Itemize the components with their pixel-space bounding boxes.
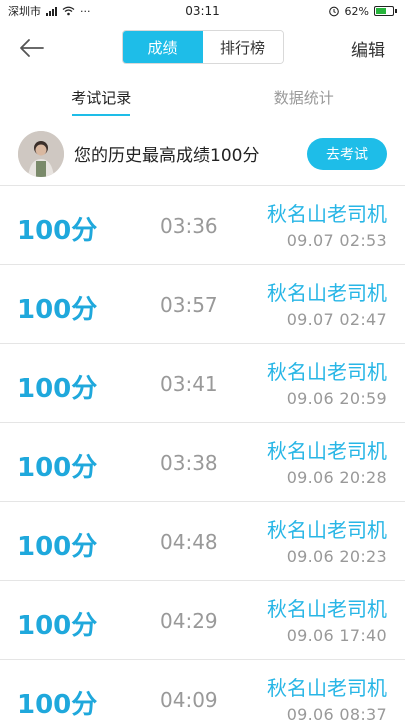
carrier-text: 深圳市 [8,5,41,18]
battery-percent: 62% [344,4,369,18]
record-name: 秋名山老司机 [267,597,387,621]
more-dots-icon: ··· [80,4,91,18]
record-datetime: 09.06 20:23 [286,547,387,566]
record-row[interactable]: 100分 04:09 秋名山老司机 09.06 08:37 [0,660,405,720]
record-name: 秋名山老司机 [267,281,387,305]
best-score-text: 您的历史最高成绩100分 [74,146,260,166]
record-duration: 03:57 [160,293,218,317]
record-datetime: 09.07 02:47 [286,310,387,329]
record-duration: 04:09 [160,688,218,712]
record-datetime: 09.06 20:28 [286,468,387,487]
record-name: 秋名山老司机 [267,676,387,700]
record-duration: 03:41 [160,372,218,396]
go-exam-button[interactable]: 去考试 [307,137,387,170]
record-name: 秋名山老司机 [267,518,387,542]
record-score: 100分 [17,690,98,720]
record-score: 100分 [17,611,98,641]
tab-statistics-label: 数据统计 [273,88,334,107]
best-score-row: 您的历史最高成绩100分 去考试 [0,122,405,186]
back-button[interactable] [18,34,50,62]
signal-icon [46,6,57,16]
nav-bar: 成绩 排行榜 编辑 [0,22,405,72]
sub-tabs: 考试记录 数据统计 [0,72,405,122]
record-score: 100分 [17,532,98,562]
record-row[interactable]: 100分 03:38 秋名山老司机 09.06 20:28 [0,423,405,502]
record-duration: 04:29 [160,609,218,633]
edit-button[interactable]: 编辑 [351,36,385,61]
record-score: 100分 [17,374,98,404]
record-score: 100分 [17,216,98,246]
arrow-left-icon [20,39,44,57]
record-name: 秋名山老司机 [267,202,387,226]
record-duration: 03:36 [160,214,218,238]
status-bar: 深圳市 ··· 03:11 62% [0,0,405,22]
record-row[interactable]: 100分 03:41 秋名山老司机 09.06 20:59 [0,344,405,423]
avatar-image [18,130,64,177]
record-duration: 03:38 [160,451,218,475]
record-row[interactable]: 100分 04:48 秋名山老司机 09.06 20:23 [0,502,405,581]
record-list: 100分 03:36 秋名山老司机 09.07 02:53 100分 03:57 秋名山老司… [0,186,405,720]
record-name: 秋名山老司机 [267,439,387,463]
record-score: 100分 [17,453,98,483]
wifi-icon [62,6,75,16]
record-score: 100分 [17,295,98,325]
alarm-icon [328,6,339,17]
tab-exam-records[interactable]: 考试记录 [0,72,203,122]
segment-ranking[interactable]: 排行榜 [202,31,283,63]
record-row[interactable]: 100分 03:57 秋名山老司机 09.07 02:47 [0,265,405,344]
record-datetime: 09.06 17:40 [286,626,387,645]
record-datetime: 09.06 08:37 [286,705,387,720]
avatar[interactable] [18,130,64,177]
record-row[interactable]: 100分 03:36 秋名山老司机 09.07 02:53 [0,186,405,265]
record-datetime: 09.07 02:53 [286,231,387,250]
record-row[interactable]: 100分 04:29 秋名山老司机 09.06 17:40 [0,581,405,660]
record-name: 秋名山老司机 [267,360,387,384]
tab-underline [72,114,131,116]
segmented-control: 成绩 排行榜 [121,30,284,64]
record-duration: 04:48 [160,530,218,554]
tab-exam-records-label: 考试记录 [71,88,132,107]
status-right: 62% [328,5,397,18]
status-left: 深圳市 ··· [8,3,91,19]
battery-icon [374,6,397,16]
segment-score[interactable]: 成绩 [122,31,203,63]
record-datetime: 09.06 20:59 [286,389,387,408]
tab-statistics[interactable]: 数据统计 [203,72,405,122]
